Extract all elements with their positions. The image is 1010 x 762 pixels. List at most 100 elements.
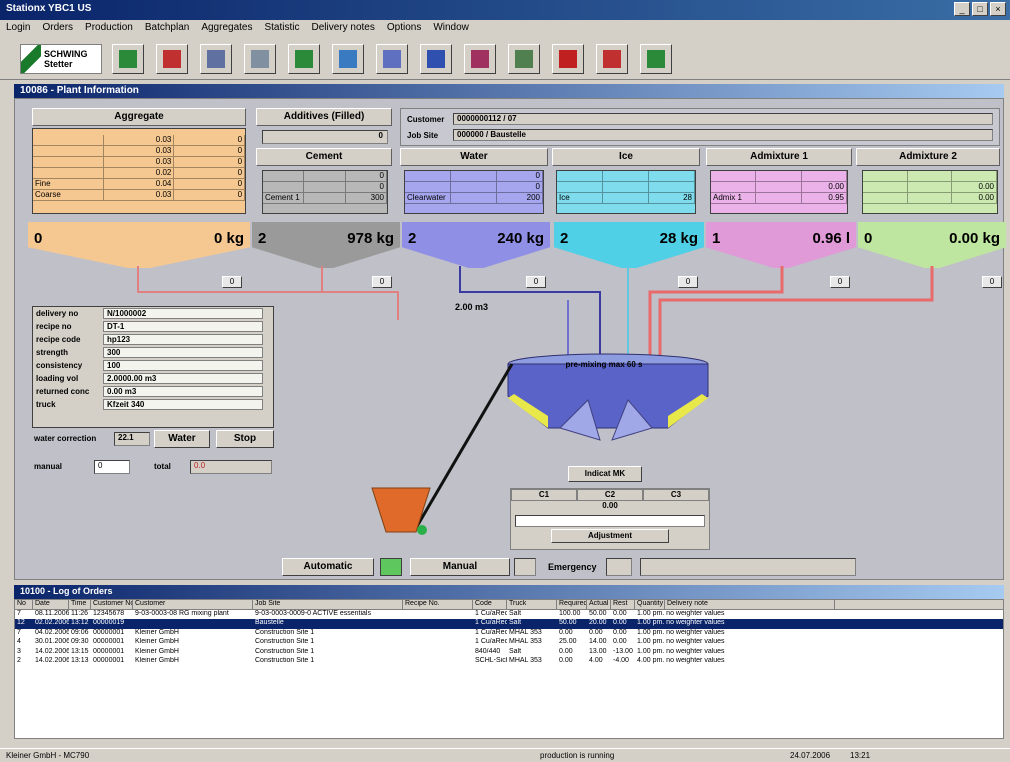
table-cell: MHAL 353 (509, 638, 542, 645)
info-row: consistency 100 (33, 359, 273, 372)
log-column-header[interactable]: Recipe No. (403, 600, 473, 609)
batch-volume-label: 2.00 m3 (455, 302, 489, 312)
table-cell: 0.00 (559, 628, 573, 636)
table-cell: 08.11.2006 (35, 609, 69, 617)
log-header-row: No Date Time Customer No. Customer Job Site Re… (15, 600, 1003, 610)
consistency-value: 0.00 (602, 501, 618, 510)
table-cell: 4.00 (589, 657, 603, 664)
info-value: DT-1 (103, 321, 263, 332)
table-cell: 04.02.2006 (35, 628, 69, 636)
table-cell: 00000001 (93, 647, 125, 655)
table-cell: 1.00 pm. no weighter values (637, 619, 725, 626)
table-cell: Construction Site 1 (255, 657, 315, 664)
table-cell: 20.00 (589, 619, 607, 626)
table-row[interactable]: 4 30.01.2006 09:30 00000001 Kleiner GmbH Cons… (15, 638, 1003, 648)
table-cell: 0.00 (559, 647, 573, 655)
table-cell: 1.00 pm. no weighter values (637, 628, 725, 636)
mixer-status-label: pre-mixing max 60 s (565, 360, 643, 369)
table-cell: 09:06 (71, 628, 89, 636)
consistency-panel: C1 C2 C3 0.00 Adjustment (510, 488, 710, 550)
table-row[interactable]: 3 14.02.2006 13:15 00000001 Kleiner GmbH Cons… (15, 648, 1003, 658)
info-row: returned conc 0.00 m3 (33, 385, 273, 398)
log-column-header[interactable]: Truck (507, 600, 557, 609)
consistency-slider[interactable] (515, 515, 705, 527)
log-column-header[interactable]: Customer (133, 600, 253, 609)
info-row: recipe no DT-1 (33, 320, 273, 333)
table-cell: 14.02.2006 (35, 657, 69, 664)
info-row: delivery no N/1000002 (33, 307, 273, 320)
table-cell: -4.00 (613, 657, 629, 664)
table-cell: 12345678 (93, 609, 125, 617)
table-cell: 0.00 (613, 619, 627, 626)
table-cell: 13:15 (71, 647, 89, 655)
log-column-header[interactable]: Job Site (253, 600, 403, 609)
table-row[interactable]: 12 02.02.2006 13:12 00000019 Baustelle 1 Cu/a… (15, 619, 1003, 629)
table-row[interactable]: 7 08.11.2006 11:26 12345678 9-03-0003-08 RG … (15, 610, 1003, 620)
table-cell: 14.02.2006 (35, 647, 69, 655)
status-time: 13:21 (850, 751, 871, 760)
table-cell: 30.01.2006 (35, 638, 69, 645)
table-cell: 13:13 (71, 657, 89, 664)
table-cell: 0.00 (613, 638, 627, 645)
c3-label: C3 (643, 489, 709, 501)
table-cell: 12 (17, 619, 25, 626)
table-cell: 00000001 (93, 657, 125, 664)
log-column-header[interactable]: No (15, 600, 33, 609)
table-cell: Salt (509, 619, 522, 626)
info-key: returned conc (36, 387, 90, 396)
info-key: recipe no (36, 322, 72, 331)
table-row[interactable]: 7 04.02.2006 09:06 00000001 Kleiner GmbH Cons… (15, 629, 1003, 639)
adjustment-button[interactable]: Adjustment (551, 529, 669, 543)
water-correction-field[interactable]: 22.1 (114, 432, 150, 446)
table-cell: MHAL 353 (509, 628, 542, 636)
emergency-label: Emergency (548, 562, 597, 572)
info-key: strength (36, 348, 68, 357)
order-log-window-title: 10100 - Log of Orders (14, 585, 1004, 599)
log-column-header[interactable]: Required (557, 600, 587, 609)
c1-label: C1 (511, 489, 577, 501)
log-column-header[interactable]: Time (69, 600, 91, 609)
manual-mode-button[interactable]: Manual (410, 558, 510, 576)
log-column-header[interactable]: Date (33, 600, 69, 609)
automatic-status-indicator (380, 558, 402, 576)
total-field: 0.0 (190, 460, 272, 474)
table-cell: 0.00 (589, 628, 603, 636)
status-left: Kleiner GmbH - MC790 (6, 751, 90, 760)
log-column-header[interactable]: Delivery note (665, 600, 835, 609)
info-key: loading vol (36, 374, 79, 383)
table-cell: 00000019 (93, 619, 125, 626)
info-key: delivery no (36, 309, 79, 318)
table-cell: Kleiner GmbH (135, 647, 179, 655)
table-cell: 4 (17, 638, 21, 645)
table-cell: 13.00 (589, 647, 607, 655)
table-cell: 840/440 (475, 647, 501, 655)
table-cell: 9-03-0003-0009-0 ACTIVE essentials (255, 609, 371, 617)
total-label: total (154, 462, 171, 471)
table-row[interactable]: 2 14.02.2006 13:13 00000001 Kleiner GmbH Cons… (15, 657, 1003, 667)
stop-button[interactable]: Stop (216, 430, 274, 448)
table-cell: Baustelle (255, 619, 284, 626)
log-column-header[interactable]: Quantity (635, 600, 665, 609)
table-cell: 9-03-0003-08 RG mixing plant (135, 609, 229, 617)
info-value: N/1000002 (103, 308, 263, 319)
table-cell: 13:12 (71, 619, 89, 626)
info-key: consistency (36, 361, 83, 370)
info-row: recipe code hp123 (33, 333, 273, 346)
log-column-header[interactable]: Customer No. (91, 600, 133, 609)
table-cell: 14.00 (589, 638, 607, 645)
table-cell: Kleiner GmbH (135, 628, 179, 636)
manual-input[interactable]: 0 (94, 460, 130, 474)
c2-label: C2 (577, 489, 643, 501)
order-log-table: No Date Time Customer No. Customer Job Site Re… (14, 599, 1004, 739)
log-column-header[interactable]: Actual (587, 600, 611, 609)
log-column-header[interactable]: Rest (611, 600, 635, 609)
automatic-button[interactable]: Automatic (282, 558, 374, 576)
table-cell: 3 (17, 647, 21, 655)
table-cell: Construction Site 1 (255, 628, 315, 636)
log-column-header[interactable]: Code (473, 600, 507, 609)
water-button[interactable]: Water (154, 430, 210, 448)
info-value: hp123 (103, 334, 263, 345)
table-cell: 1 Cu/aRecl (475, 638, 507, 645)
order-info-panel: delivery no N/1000002 recipe no DT-1 recipe … (32, 306, 274, 428)
indicator-mk-button[interactable]: Indicat MK (568, 466, 642, 482)
